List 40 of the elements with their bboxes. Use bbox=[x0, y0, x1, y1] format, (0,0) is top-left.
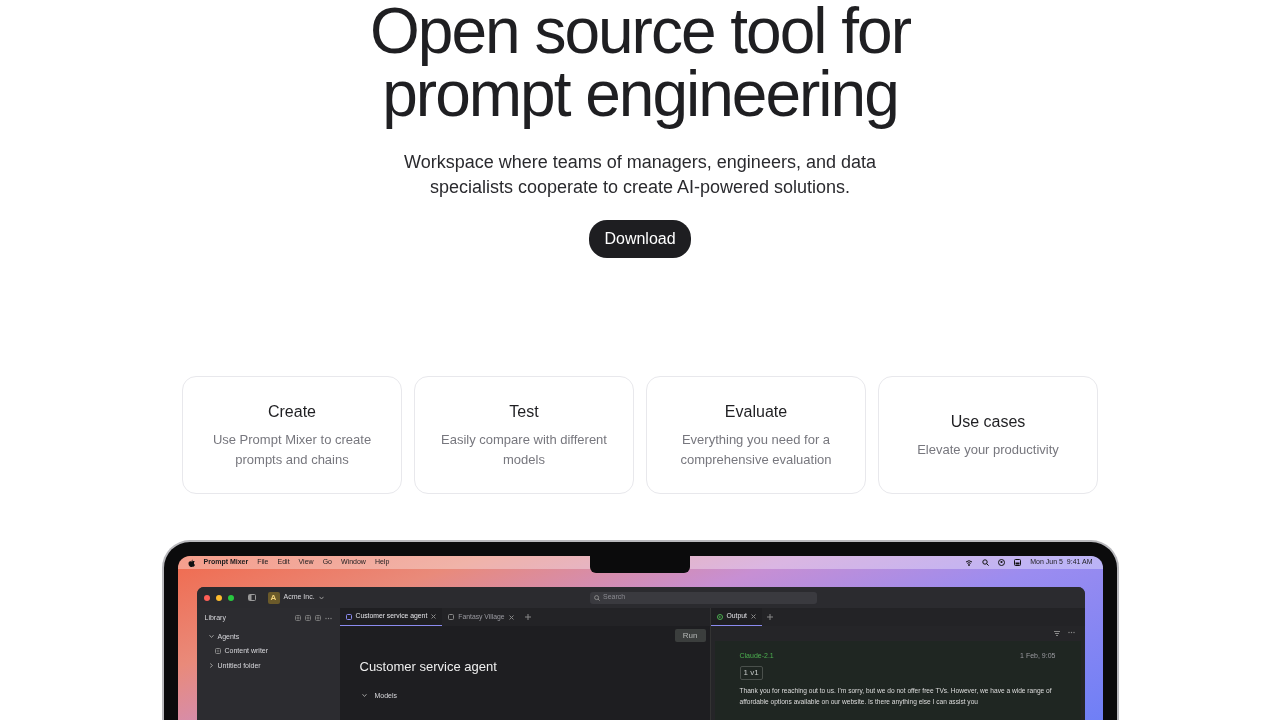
workspace-avatar: A bbox=[267, 591, 280, 604]
new-folder-icon[interactable] bbox=[314, 615, 321, 622]
add-tab-icon[interactable] bbox=[524, 614, 531, 620]
search-icon bbox=[594, 594, 601, 601]
document-icon bbox=[345, 613, 352, 620]
document-title: Customer service agent bbox=[359, 658, 498, 676]
feature-title: Use cases bbox=[950, 412, 1026, 432]
feature-description: Elevate your productivity bbox=[917, 441, 1059, 459]
feature-card[interactable]: Evaluate Everything you need for a comprehensive evaluation bbox=[646, 376, 866, 494]
feature-card[interactable]: Use cases Elevate your productivity bbox=[878, 376, 1098, 494]
version-tag: 1 v1 bbox=[739, 665, 763, 680]
feature-description: Easily compare with different models bbox=[440, 431, 608, 469]
search-icon[interactable] bbox=[982, 559, 990, 566]
chevron-down-icon bbox=[318, 595, 324, 600]
document-icon bbox=[214, 648, 221, 655]
feature-description: Use Prompt Mixer to create prompts and chains bbox=[211, 431, 373, 469]
filter-icon[interactable] bbox=[1053, 631, 1060, 636]
play-icon bbox=[716, 613, 723, 620]
page-subtitle: Workspace where teams of managers, engineers, and data specialists cooperate to create AI-powered solutions. bbox=[403, 151, 877, 199]
control-center-icon[interactable] bbox=[1014, 559, 1022, 566]
more-icon[interactable] bbox=[324, 616, 332, 620]
run-button[interactable]: Run bbox=[674, 629, 706, 642]
feature-title: Test bbox=[509, 402, 539, 422]
feature-title: Evaluate bbox=[724, 402, 788, 422]
more-icon[interactable] bbox=[1067, 631, 1075, 634]
wifi-icon[interactable] bbox=[965, 559, 974, 566]
document-icon bbox=[448, 614, 455, 620]
sidebar-toggle-icon[interactable] bbox=[247, 594, 256, 601]
close-icon[interactable] bbox=[750, 614, 756, 619]
close-icon[interactable] bbox=[508, 614, 514, 620]
add-tab-icon[interactable] bbox=[766, 614, 773, 620]
download-button[interactable]: Download bbox=[589, 220, 691, 258]
close-icon[interactable] bbox=[431, 614, 437, 619]
feature-card[interactable]: Create Use Prompt Mixer to create prompts and chains bbox=[182, 376, 402, 494]
feature-description: Everything you need for a comprehensive evaluation bbox=[679, 431, 833, 469]
user-icon[interactable] bbox=[998, 559, 1006, 566]
apple-logo-icon[interactable] bbox=[187, 558, 195, 567]
feature-card[interactable]: Test Easily compare with different models bbox=[414, 376, 634, 494]
new-file-icon[interactable] bbox=[304, 615, 311, 622]
feature-title: Create bbox=[268, 402, 316, 422]
